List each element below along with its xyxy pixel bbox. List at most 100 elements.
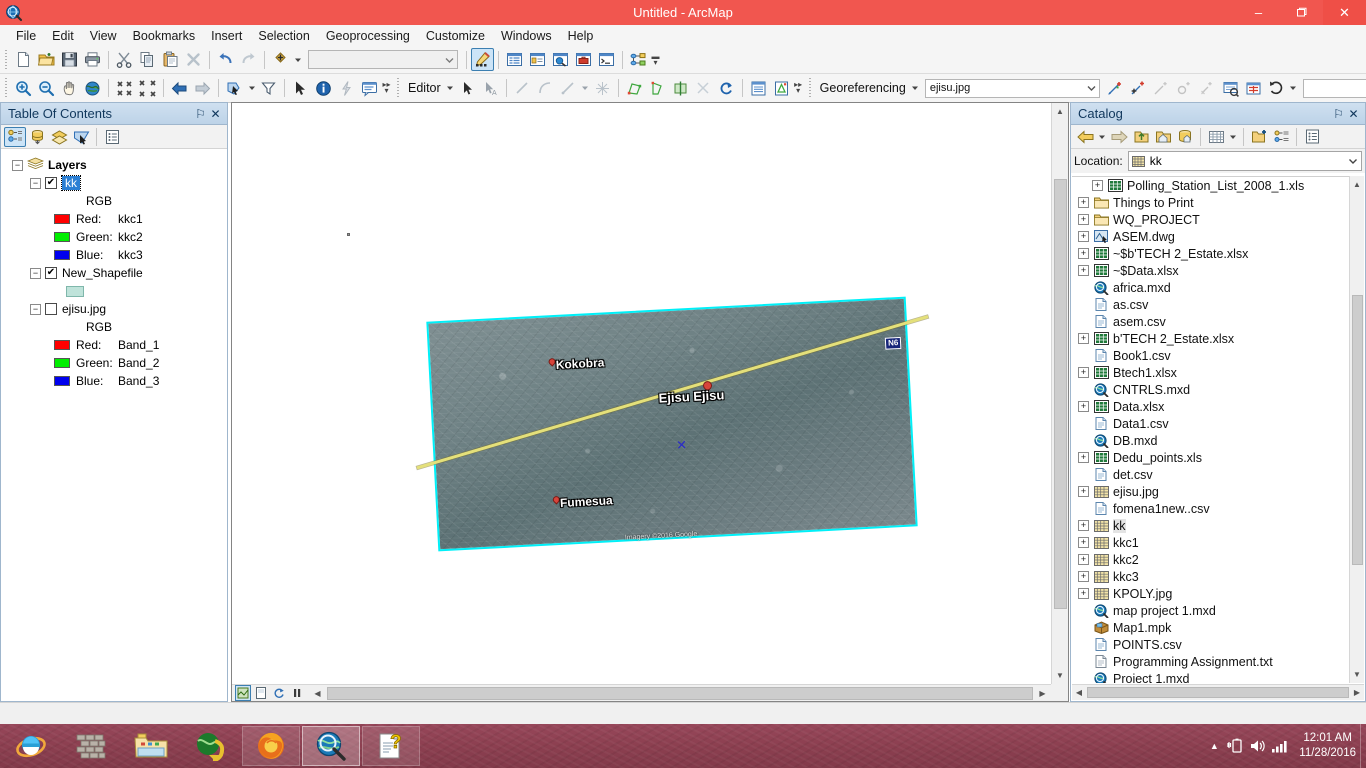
database-home-icon[interactable] xyxy=(1174,127,1196,147)
georeferencing-menu-button[interactable]: Georeferencing xyxy=(816,81,910,95)
open-folder-icon[interactable] xyxy=(35,48,58,71)
catalog-item[interactable]: + Polling_Station_List_2008_1.xls xyxy=(1072,177,1364,194)
catalog-item[interactable]: + KPOLY.jpg xyxy=(1072,585,1364,602)
globe-full-extent-icon[interactable] xyxy=(81,77,104,100)
straight-segment-icon[interactable] xyxy=(511,77,534,100)
html-popup-icon[interactable] xyxy=(358,77,381,100)
map-vertical-scrollbar[interactable]: ▲ ▼ xyxy=(1051,103,1068,684)
toc-layer-new-shapefile[interactable]: − ✔ New_Shapefile xyxy=(30,264,226,282)
edit-pencil-icon[interactable] xyxy=(471,48,494,71)
endpoint-arc-icon[interactable] xyxy=(534,77,557,100)
toc-layer-name[interactable]: kk xyxy=(61,175,81,191)
toc-layer-tree[interactable]: − Layers − ✔ kk RGB Red: kkc1 Green: kkc… xyxy=(2,150,226,700)
catalog-item[interactable]: fomena1new..csv xyxy=(1072,500,1364,517)
map-horizontal-scrollbar[interactable]: ◀ ▶ xyxy=(232,684,1051,701)
expander-icon[interactable]: + xyxy=(1078,231,1089,242)
rotate-icon[interactable] xyxy=(715,77,738,100)
layer-visibility-checkbox[interactable] xyxy=(45,303,57,315)
scroll-up-arrow-icon[interactable]: ▲ xyxy=(1052,103,1069,120)
raster-layer-kk[interactable]: Kokobra Ejisu Ejisu Fumesua N6 ✕ Imagery… xyxy=(416,296,929,552)
catalog-item[interactable]: + ~$Data.xlsx xyxy=(1072,262,1364,279)
undo-arrow-icon[interactable] xyxy=(214,48,237,71)
fixed-zoom-in-icon[interactable] xyxy=(113,77,136,100)
forward-arrow-icon[interactable] xyxy=(1108,127,1130,147)
toc-pin-button[interactable]: ⚐ xyxy=(193,106,208,122)
catalog-item[interactable]: DB.mxd xyxy=(1072,432,1364,449)
python-window-icon[interactable] xyxy=(595,48,618,71)
toc-close-button[interactable]: ✕ xyxy=(208,106,223,122)
zoom-links-icon[interactable] xyxy=(1173,77,1196,100)
menu-selection[interactable]: Selection xyxy=(250,27,317,45)
map-data-frame[interactable]: Kokobra Ejisu Ejisu Fumesua N6 ✕ Imagery… xyxy=(231,102,1069,702)
horizontal-scroll-thumb[interactable] xyxy=(327,686,1033,700)
expander-icon[interactable]: + xyxy=(1078,486,1089,497)
menu-bookmarks[interactable]: Bookmarks xyxy=(125,27,204,45)
clipboard-paste-icon[interactable] xyxy=(159,48,182,71)
maximize-button[interactable] xyxy=(1280,0,1323,25)
catalog-item[interactable]: + ~$b'TECH 2_Estate.xlsx xyxy=(1072,245,1364,262)
expander-icon[interactable]: + xyxy=(1078,520,1089,531)
redo-arrow-icon[interactable] xyxy=(237,48,260,71)
scroll-right-arrow-icon[interactable]: ▶ xyxy=(1034,685,1051,702)
add-control-point-icon[interactable] xyxy=(1104,77,1127,100)
catalog-options-icon[interactable] xyxy=(1301,127,1323,147)
add-data-plus-icon[interactable] xyxy=(269,48,292,71)
reshape-feature-icon[interactable] xyxy=(646,77,669,100)
catalog-item[interactable]: + ejisu.jpg xyxy=(1072,483,1364,500)
catalog-icon[interactable] xyxy=(526,48,549,71)
toc-list-icon[interactable] xyxy=(503,48,526,71)
chevron-down-icon[interactable] xyxy=(1227,127,1239,147)
location-combo[interactable]: kk xyxy=(1127,151,1362,171)
scroll-left-arrow-icon[interactable]: ◀ xyxy=(1072,686,1086,700)
pause-icon[interactable] xyxy=(289,685,305,701)
menu-windows[interactable]: Windows xyxy=(493,27,560,45)
taskbar-arcmap[interactable] xyxy=(302,726,360,766)
scroll-down-arrow-icon[interactable]: ▼ xyxy=(1349,666,1366,683)
expander-icon[interactable]: + xyxy=(1078,333,1089,344)
catalog-item[interactable]: asem.csv xyxy=(1072,313,1364,330)
identify-info-icon[interactable] xyxy=(312,77,335,100)
catalog-item[interactable]: Project 1.mxd xyxy=(1072,670,1364,683)
delete-x-icon[interactable] xyxy=(182,48,205,71)
list-by-selection-button[interactable] xyxy=(70,127,92,147)
expander-icon[interactable]: + xyxy=(1092,180,1103,191)
polygon-symbol-swatch[interactable] xyxy=(66,285,84,297)
chevron-down-icon[interactable] xyxy=(1096,127,1108,147)
cut-polygons-icon[interactable] xyxy=(669,77,692,100)
catalog-item[interactable]: Data1.csv xyxy=(1072,415,1364,432)
catalog-item[interactable]: map project 1.mxd xyxy=(1072,602,1364,619)
scroll-right-arrow-icon[interactable]: ▶ xyxy=(1350,686,1364,700)
list-by-drawing-order-button[interactable] xyxy=(4,126,26,147)
list-by-visibility-button[interactable] xyxy=(48,127,70,147)
catalog-horizontal-scrollbar[interactable]: ◀ ▶ xyxy=(1072,684,1364,700)
show-desktop-button[interactable] xyxy=(1360,724,1366,768)
editor-menu-button[interactable]: Editor xyxy=(404,81,445,95)
edit-arrow-icon[interactable] xyxy=(456,77,479,100)
rotate-raster-icon[interactable] xyxy=(1265,77,1288,100)
catalog-item[interactable]: + kkc2 xyxy=(1072,551,1364,568)
catalog-item[interactable]: + Things to Print xyxy=(1072,194,1364,211)
catalog-tree[interactable]: + Polling_Station_List_2008_1.xls + Things … xyxy=(1072,176,1364,683)
taskbar-download-manager[interactable] xyxy=(182,726,240,766)
catalog-item[interactable]: det.csv xyxy=(1072,466,1364,483)
expander-icon[interactable]: + xyxy=(1078,214,1089,225)
toc-layer-name[interactable]: New_Shapefile xyxy=(62,266,143,280)
taskbar-help-document[interactable]: ? xyxy=(362,726,420,766)
link-grid-icon[interactable] xyxy=(1242,77,1265,100)
expander-icon[interactable]: − xyxy=(30,303,41,315)
taskbar-clock[interactable]: 12:01 AM 11/28/2016 xyxy=(1291,731,1360,761)
expander-icon[interactable]: + xyxy=(1078,265,1089,276)
minimize-button[interactable]: – xyxy=(1237,0,1280,25)
zoom-out-icon[interactable] xyxy=(35,77,58,100)
expander-icon[interactable]: + xyxy=(1078,571,1089,582)
split-tool-icon[interactable] xyxy=(692,77,715,100)
catalog-vertical-scrollbar[interactable]: ▲ ▼ xyxy=(1349,176,1364,683)
georeferencing-menu-dropdown-icon[interactable] xyxy=(910,77,921,100)
expander-icon[interactable]: + xyxy=(1078,367,1089,378)
catalog-item[interactable]: CNTRLS.mxd xyxy=(1072,381,1364,398)
expander-icon[interactable]: + xyxy=(1078,537,1089,548)
catalog-item[interactable]: + b'TECH 2_Estate.xlsx xyxy=(1072,330,1364,347)
toc-layer-name[interactable]: ejisu.jpg xyxy=(62,302,106,316)
trace-icon[interactable] xyxy=(557,77,580,100)
catalog-pin-button[interactable]: ⚐ xyxy=(1331,106,1346,122)
